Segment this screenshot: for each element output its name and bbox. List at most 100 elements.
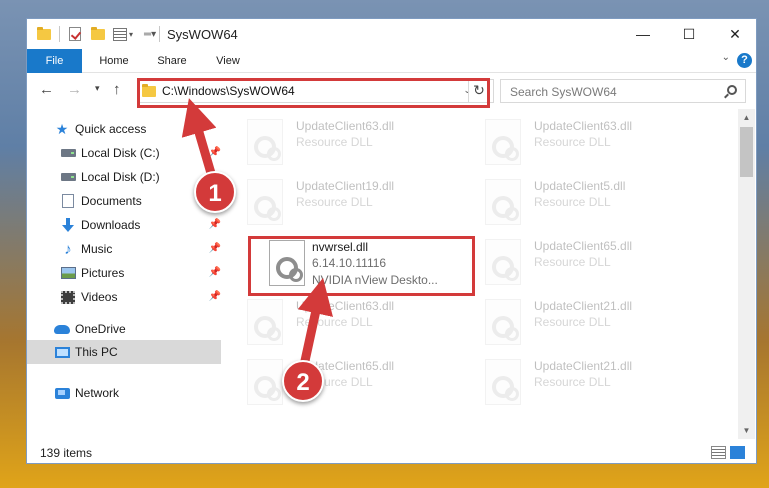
file-item[interactable]: UpdateClient21.dll Resource DLL xyxy=(475,355,705,413)
large-icons-view-icon[interactable] xyxy=(730,446,745,459)
dll-file-icon xyxy=(485,119,521,165)
recent-locations-chevron-icon[interactable]: ▾ xyxy=(95,83,100,94)
dll-file-icon xyxy=(485,179,521,225)
file-item[interactable]: UpdateClient63.dll Resource DLL xyxy=(237,115,467,173)
documents-icon xyxy=(60,193,76,209)
scroll-up-arrow-icon[interactable]: ▲ xyxy=(738,109,755,126)
nav-videos[interactable]: Videos 📌 xyxy=(27,285,225,309)
star-icon: ★ xyxy=(55,120,69,137)
file-name: UpdateClient19.dll xyxy=(296,179,395,193)
nav-this-pc[interactable]: This PC xyxy=(27,340,221,364)
file-name: UpdateClient63.dll xyxy=(534,119,633,133)
ribbon-tabs: File Home Share View ⌄ ? xyxy=(27,49,756,107)
file-description: Resource DLL xyxy=(296,195,373,209)
file-item[interactable]: UpdateClient65.dll Resource DLL xyxy=(475,235,705,293)
title-separator xyxy=(159,25,160,43)
forward-arrow-icon[interactable]: → xyxy=(67,81,82,98)
dll-file-icon xyxy=(247,179,283,225)
network-icon xyxy=(54,385,70,401)
close-button[interactable]: ✕ xyxy=(712,19,756,49)
file-item[interactable]: UpdateClient65.dll Resource DLL xyxy=(237,355,467,413)
file-item[interactable]: UpdateClient63.dll Resource DLL xyxy=(475,115,705,173)
file-description: Resource DLL xyxy=(534,375,611,389)
nav-label: Pictures xyxy=(81,266,125,280)
pictures-icon xyxy=(60,265,76,281)
tab-share[interactable]: Share xyxy=(147,49,197,73)
pin-icon: 📌 xyxy=(208,267,221,278)
pin-icon: 📌 xyxy=(208,219,221,230)
dll-file-icon xyxy=(247,359,283,405)
window-folder-icon xyxy=(37,25,51,43)
nav-pictures[interactable]: Pictures 📌 xyxy=(27,261,225,285)
file-description: Resource DLL xyxy=(296,315,373,329)
explorer-window: ▾ ═▾ SysWOW64 — ☐ ✕ File Home Share View… xyxy=(26,18,757,464)
file-name: UpdateClient65.dll xyxy=(534,239,633,253)
vertical-scrollbar[interactable]: ▲ ▼ xyxy=(738,109,755,439)
file-name: UpdateClient63.dll xyxy=(296,119,395,133)
file-highlight-box xyxy=(248,236,475,296)
pin-icon: 📌 xyxy=(208,147,221,158)
nav-label: OneDrive xyxy=(75,322,126,336)
dll-file-icon xyxy=(485,359,521,405)
up-arrow-icon[interactable]: ↑ xyxy=(113,81,121,98)
file-description: Resource DLL xyxy=(296,135,373,149)
scroll-thumb[interactable] xyxy=(740,127,753,177)
search-input[interactable]: Search SysWOW64 xyxy=(500,79,746,103)
search-icon[interactable] xyxy=(727,85,737,95)
pin-icon: 📌 xyxy=(208,291,221,302)
dll-file-icon xyxy=(485,299,521,345)
scroll-down-arrow-icon[interactable]: ▼ xyxy=(738,422,755,439)
nav-label: Videos xyxy=(81,290,118,304)
tab-view[interactable]: View xyxy=(203,49,253,73)
minimize-button[interactable]: — xyxy=(620,19,666,49)
download-arrow-icon xyxy=(60,217,76,233)
properties-check-icon[interactable] xyxy=(69,25,81,43)
qa-separator xyxy=(59,25,60,43)
computer-icon xyxy=(54,344,70,360)
nav-label: This PC xyxy=(75,345,118,359)
search-placeholder: Search SysWOW64 xyxy=(510,85,617,99)
status-bar: 139 items xyxy=(27,439,756,463)
nav-label: Quick access xyxy=(75,122,147,136)
properties-list-icon[interactable]: ▾ xyxy=(113,25,133,43)
nav-local-disk-c[interactable]: Local Disk (C:) 📌 xyxy=(27,141,225,165)
details-view-icon[interactable] xyxy=(711,446,726,459)
tab-home[interactable]: Home xyxy=(89,49,139,73)
drive-icon xyxy=(60,145,76,161)
navigation-pane: ★ Quick access Local Disk (C:) 📌 Local D… xyxy=(27,109,225,439)
file-description: Resource DLL xyxy=(534,255,611,269)
callout-badge-two: 2 xyxy=(282,360,324,402)
new-folder-icon[interactable] xyxy=(91,25,105,43)
drive-icon xyxy=(60,169,76,185)
nav-onedrive[interactable]: OneDrive xyxy=(27,317,225,341)
nav-label: Local Disk (D:) xyxy=(81,170,160,184)
item-count: 139 items xyxy=(40,446,93,460)
address-highlight-box xyxy=(137,78,490,108)
file-item[interactable]: UpdateClient21.dll Resource DLL xyxy=(475,295,705,353)
file-name: UpdateClient63.dll xyxy=(296,299,395,313)
cloud-icon xyxy=(54,321,70,337)
nav-music[interactable]: ♪ Music 📌 xyxy=(27,237,225,261)
nav-label: Documents xyxy=(81,194,142,208)
nav-label: Downloads xyxy=(81,218,141,232)
file-item[interactable]: UpdateClient63.dll Resource DLL xyxy=(237,295,467,353)
film-icon xyxy=(60,289,76,305)
dll-file-icon xyxy=(485,239,521,285)
nav-downloads[interactable]: Downloads 📌 xyxy=(27,213,225,237)
nav-quick-access[interactable]: ★ Quick access xyxy=(27,117,225,141)
pin-icon: 📌 xyxy=(208,243,221,254)
file-name: UpdateClient5.dll xyxy=(534,179,626,193)
expand-ribbon-chevron-icon[interactable]: ⌄ xyxy=(722,52,730,63)
back-arrow-icon[interactable]: ← xyxy=(39,81,54,98)
file-description: Resource DLL xyxy=(534,315,611,329)
maximize-button[interactable]: ☐ xyxy=(666,19,712,49)
nav-label: Local Disk (C:) xyxy=(81,146,160,160)
callout-badge-one: 1 xyxy=(194,171,236,213)
help-icon[interactable]: ? xyxy=(737,53,752,68)
customize-toolbar-icon[interactable]: ═▾ xyxy=(142,25,156,43)
nav-network[interactable]: Network xyxy=(27,381,225,405)
file-item[interactable]: UpdateClient19.dll Resource DLL xyxy=(237,175,467,233)
file-item[interactable]: UpdateClient5.dll Resource DLL xyxy=(475,175,705,233)
nav-label: Network xyxy=(75,386,120,400)
music-note-icon: ♪ xyxy=(64,240,72,258)
